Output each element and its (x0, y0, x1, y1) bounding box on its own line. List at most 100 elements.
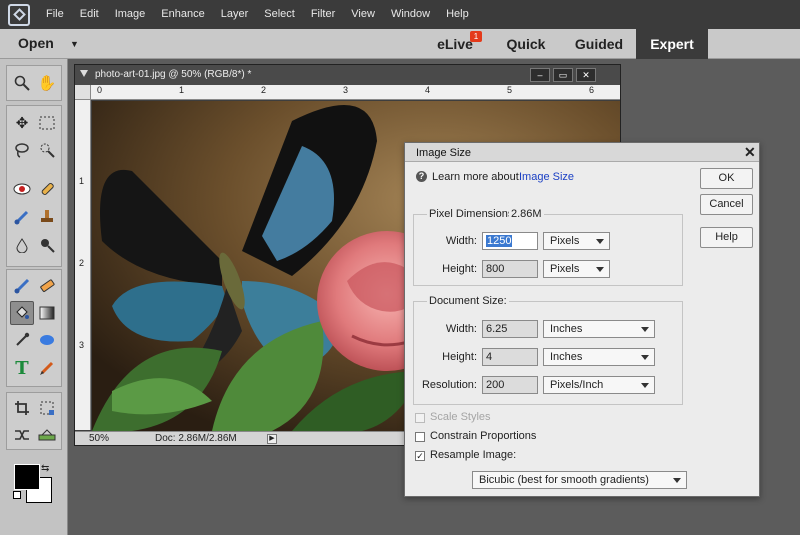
doc-width-input[interactable]: 6.25 (482, 320, 538, 338)
eraser-tool-icon[interactable] (35, 274, 59, 298)
pixel-width-unit-select[interactable]: Pixels (543, 232, 610, 250)
menu-window[interactable]: Window (383, 0, 438, 29)
ok-button[interactable]: OK (700, 168, 753, 189)
minimize-button[interactable]: – (530, 68, 550, 82)
ruler-h-label: 5 (507, 85, 513, 95)
spot-healing-tool-icon[interactable] (35, 177, 59, 201)
ruler-v-label: 1 (79, 176, 85, 186)
chevron-down-icon (596, 239, 604, 244)
dialog-titlebar: Image Size ✕ (405, 143, 759, 162)
scale-styles-label: Scale Styles (430, 411, 491, 423)
resample-image-checkbox[interactable]: ✓ (415, 451, 425, 461)
straighten-tool-icon[interactable] (35, 423, 59, 447)
scale-styles-checkbox[interactable] (415, 413, 425, 423)
pixel-width-input[interactable]: 1250 (482, 232, 538, 250)
tool-group-enhance (6, 171, 62, 267)
resample-image-label: Resample Image: (430, 449, 517, 461)
dialog-close-icon[interactable]: ✕ (744, 144, 756, 161)
menu-file[interactable]: File (38, 0, 72, 29)
menu-filter[interactable]: Filter (303, 0, 343, 29)
blur-tool-icon[interactable] (10, 233, 34, 257)
elements-logo-icon[interactable] (8, 3, 30, 26)
eyedropper-tool-icon[interactable] (10, 328, 34, 352)
open-button[interactable]: Open (18, 35, 54, 51)
tool-group-draw: T (6, 269, 62, 387)
elive-badge: 1 (470, 31, 482, 42)
zoom-tool-icon[interactable] (10, 71, 34, 95)
ruler-h-label: 3 (343, 85, 349, 95)
menu-edit[interactable]: Edit (72, 0, 107, 29)
menu-enhance[interactable]: Enhance (153, 0, 212, 29)
swap-colors-icon[interactable]: ⇆ (41, 463, 49, 474)
lasso-tool-icon[interactable] (10, 138, 34, 162)
document-size-info: Doc: 2.86M/2.86M (155, 433, 237, 444)
default-colors-icon[interactable] (13, 491, 21, 499)
dialog-title: Image Size (416, 147, 472, 159)
doc-height-unit-select[interactable]: Inches (543, 348, 655, 366)
tools-panel: ✋ ✥ T ⇆ (0, 59, 68, 535)
tab-quick[interactable]: Quick (500, 29, 552, 59)
crop-tool-icon[interactable] (10, 396, 34, 420)
menu-layer[interactable]: Layer (213, 0, 257, 29)
help-button[interactable]: Help (700, 227, 753, 248)
marquee-tool-icon[interactable] (35, 111, 59, 135)
resample-method-select[interactable]: Bicubic (best for smooth gradients) (472, 471, 687, 489)
resample-method: Bicubic (best for smooth gradients) (479, 474, 649, 486)
smart-brush-tool-icon[interactable] (10, 205, 34, 229)
image-size-dialog: Image Size ✕ ? Learn more about: Image S… (404, 142, 760, 497)
resolution-input[interactable]: 200 (482, 376, 538, 394)
menu-image[interactable]: Image (107, 0, 154, 29)
brush-tool-icon[interactable] (10, 274, 34, 298)
quick-selection-tool-icon[interactable] (35, 138, 59, 162)
ruler-v-label: 2 (79, 258, 85, 268)
pixel-height-input[interactable]: 800 (482, 260, 538, 278)
chevron-down-icon (673, 478, 681, 483)
pixel-height-label: Height: (442, 263, 477, 275)
constrain-proportions-checkbox[interactable] (415, 432, 425, 442)
resolution-unit: Pixels/Inch (550, 379, 604, 391)
doc-width-unit-select[interactable]: Inches (543, 320, 655, 338)
clone-stamp-tool-icon[interactable] (35, 205, 59, 229)
tool-group-view: ✋ (6, 65, 62, 101)
open-dropdown-icon[interactable]: ▼ (70, 39, 79, 49)
pixel-width-label: Width: (445, 235, 477, 247)
hand-tool-icon[interactable]: ✋ (35, 71, 59, 95)
shape-tool-icon[interactable] (35, 328, 59, 352)
foreground-color-swatch[interactable] (14, 464, 40, 490)
chevron-down-icon (596, 267, 604, 272)
pixel-width-unit: Pixels (550, 235, 580, 247)
red-eye-tool-icon[interactable] (10, 177, 34, 201)
tab-guided[interactable]: Guided (568, 29, 630, 59)
maximize-button[interactable]: ▭ (553, 68, 573, 82)
sponge-tool-icon[interactable] (35, 233, 59, 257)
resolution-label: Resolution: (421, 379, 477, 391)
close-document-button[interactable]: ✕ (576, 68, 596, 82)
document-tab-icon (80, 70, 88, 78)
recompose-tool-icon[interactable] (35, 396, 59, 420)
move-tool-icon[interactable]: ✥ (10, 111, 34, 135)
document-size-label: Document Size: (427, 295, 509, 307)
status-menu-arrow-icon[interactable]: ▶ (267, 434, 277, 444)
pixel-height-unit-select[interactable]: Pixels (543, 260, 610, 278)
paint-bucket-tool-icon[interactable] (10, 301, 34, 325)
resolution-unit-select[interactable]: Pixels/Inch (543, 376, 655, 394)
pixel-dimensions-label: Pixel Dimensions: (427, 208, 519, 220)
type-tool-icon[interactable]: T (10, 356, 34, 380)
menu-view[interactable]: View (343, 0, 383, 29)
pencil-tool-icon[interactable] (35, 356, 59, 380)
gradient-tool-icon[interactable] (35, 301, 59, 325)
cancel-button[interactable]: Cancel (700, 194, 753, 215)
learn-more-link[interactable]: Image Size (519, 171, 574, 183)
mode-bar: Open ▼ eLive 1 Quick Guided Expert (0, 29, 800, 59)
menu-select[interactable]: Select (256, 0, 303, 29)
zoom-level[interactable]: 50% (89, 433, 109, 444)
menu-bar: File Edit Image Enhance Layer Select Fil… (0, 0, 800, 29)
chevron-down-icon (641, 355, 649, 360)
doc-height-unit: Inches (550, 351, 583, 363)
pixel-width-value: 1250 (486, 235, 513, 247)
tab-expert[interactable]: Expert (636, 29, 708, 59)
content-aware-move-tool-icon[interactable] (10, 423, 34, 447)
constrain-proportions-label: Constrain Proportions (430, 430, 537, 442)
doc-height-input[interactable]: 4 (482, 348, 538, 366)
menu-help[interactable]: Help (438, 0, 477, 29)
